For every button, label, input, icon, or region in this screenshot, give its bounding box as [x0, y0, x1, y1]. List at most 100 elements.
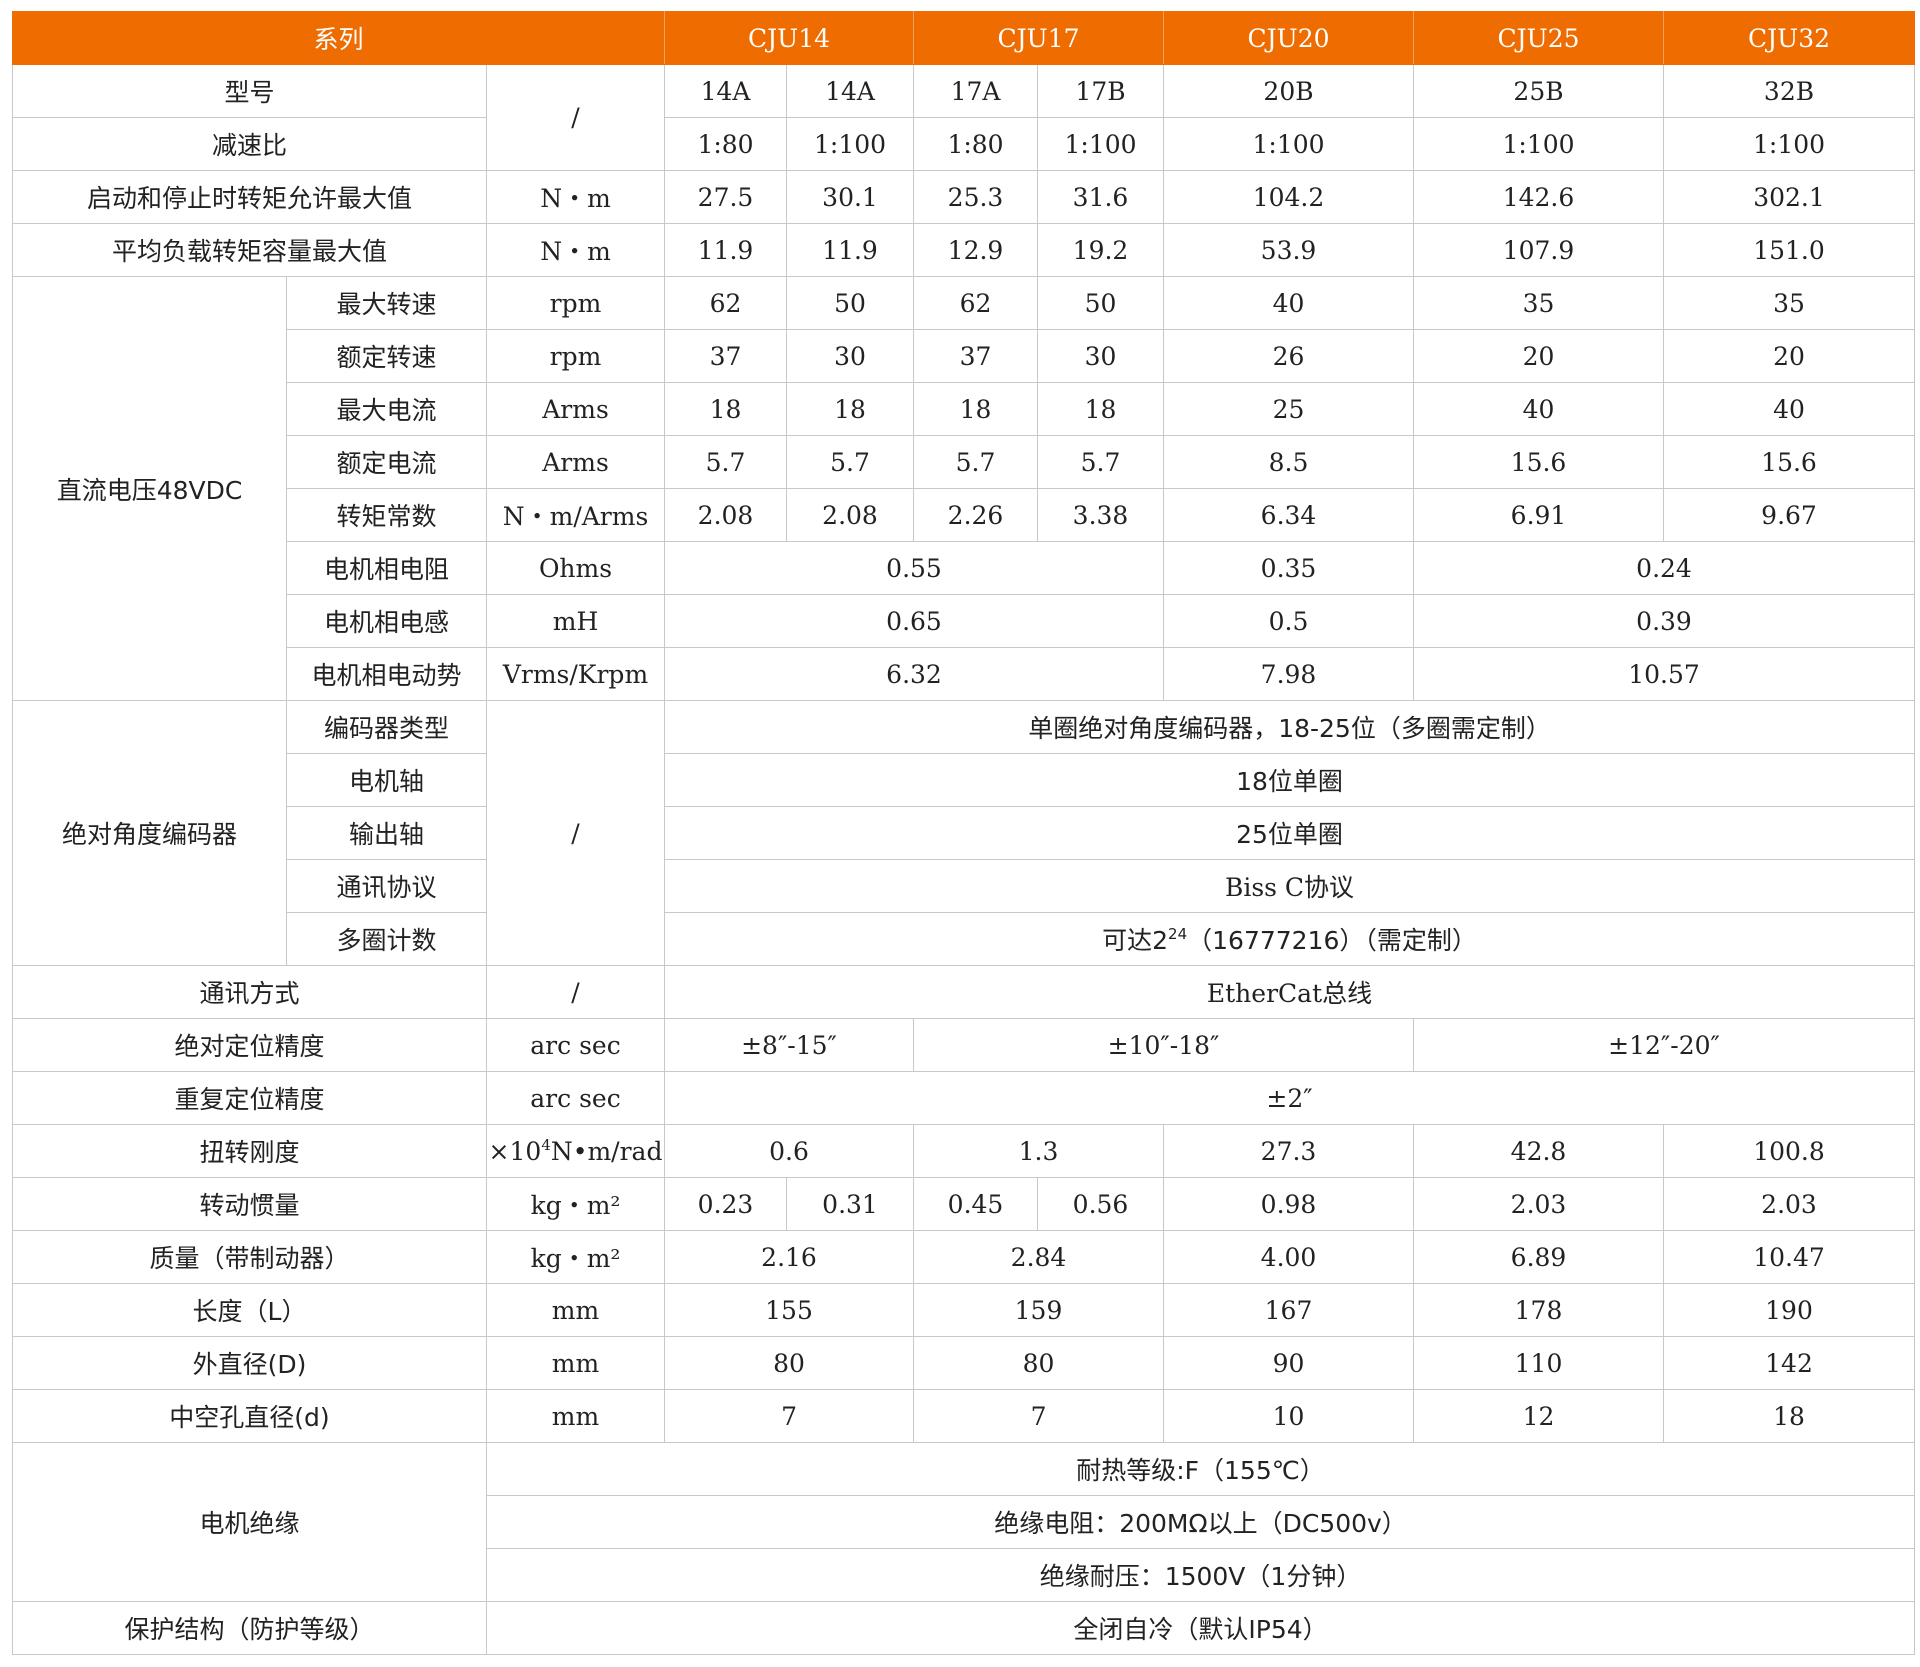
mass-label: 质量（带制动器） [12, 1230, 487, 1284]
table-cell: 178 [1413, 1283, 1665, 1337]
table-cell: 151.0 [1663, 223, 1916, 277]
unit-cell: rpm [485, 276, 666, 330]
table-cell: ±8″-15″ [664, 1018, 915, 1072]
table-cell: 3.38 [1037, 488, 1165, 542]
table-cell: 0.35 [1163, 541, 1415, 595]
unit-cell: Arms [485, 435, 666, 489]
series-header-label: 系列 [11, 11, 666, 65]
table-cell: 5.7 [1037, 435, 1165, 489]
table-cell: 4.00 [1163, 1230, 1415, 1284]
table-cell: 6.89 [1413, 1230, 1665, 1284]
repeat-accuracy-row: 重复定位精度 arc sec ±2″ [12, 1071, 1916, 1125]
table-cell: 53.9 [1163, 223, 1415, 277]
table-cell: 1:100 [786, 117, 915, 171]
avg-load-torque-row: 平均负载转矩容量最大值 N・m 11.9 11.9 12.9 19.2 53.9… [12, 223, 1916, 277]
table-cell: 142 [1663, 1336, 1916, 1390]
table-cell: 104.2 [1163, 170, 1415, 224]
table-cell: 20B [1163, 64, 1415, 118]
unit-cell: kg・m² [485, 1177, 666, 1231]
table-cell: 0.24 [1413, 541, 1916, 595]
phase-inductance-label: 电机相电感 [286, 594, 487, 648]
comm-value: EtherCat总线 [664, 965, 1916, 1019]
table-cell: 90 [1163, 1336, 1415, 1390]
table-cell: 27.5 [664, 170, 788, 224]
table-cell: 0.45 [913, 1177, 1039, 1231]
table-cell: 302.1 [1663, 170, 1916, 224]
table-cell: 2.03 [1413, 1177, 1665, 1231]
unit-cell: Arms [485, 382, 666, 436]
multiturn-exponent: 24 [1168, 925, 1188, 943]
table-cell: 25.3 [913, 170, 1039, 224]
table-cell: 0.23 [664, 1177, 788, 1231]
table-cell: 42.8 [1413, 1124, 1665, 1178]
table-cell: 50 [1037, 276, 1165, 330]
rated-speed-row: 额定转速 rpm 37 30 37 30 26 20 20 [13, 329, 1916, 383]
insulation-label: 电机绝缘 [12, 1442, 487, 1602]
torsional-stiffness-unit: ×104N•m/rad [485, 1124, 666, 1178]
encoder-type-label: 编码器类型 [286, 700, 487, 754]
encoder-group-label: 绝对角度编码器 [12, 700, 287, 966]
ratio-label: 减速比 [12, 117, 487, 171]
stiffness-unit-suffix: N•m/rad [550, 1136, 663, 1166]
table-cell: 0.98 [1163, 1177, 1415, 1231]
table-cell: 12 [1413, 1389, 1665, 1443]
unit-cell: mm [485, 1389, 666, 1443]
table-cell: 10.47 [1663, 1230, 1916, 1284]
table-cell: 0.39 [1413, 594, 1916, 648]
table-cell: 6.32 [664, 647, 1165, 701]
series-header-cju17: CJU17 [913, 11, 1165, 65]
hollow-diameter-row: 中空孔直径(d) mm 7 7 10 12 18 [12, 1389, 1916, 1443]
multiturn-label: 多圈计数 [286, 912, 487, 966]
outer-diameter-row: 外直径(D) mm 80 80 90 110 142 [12, 1336, 1916, 1390]
table-cell: 2.84 [913, 1230, 1165, 1284]
table-cell: 40 [1663, 382, 1916, 436]
table-cell: 7.98 [1163, 647, 1415, 701]
table-cell: 80 [913, 1336, 1165, 1390]
table-cell: 190 [1663, 1283, 1916, 1337]
table-cell: 100.8 [1663, 1124, 1916, 1178]
table-cell: 37 [913, 329, 1039, 383]
table-cell: 20 [1413, 329, 1665, 383]
table-cell: 0.65 [664, 594, 1165, 648]
table-cell: 50 [786, 276, 915, 330]
inertia-row: 转动惯量 kg・m² 0.23 0.31 0.45 0.56 0.98 2.03… [12, 1177, 1916, 1231]
table-cell: 25 [1163, 382, 1415, 436]
encoder-type-row: 绝对角度编码器 编码器类型 / 单圈绝对角度编码器，18-25位（多圈需定制） [12, 700, 1916, 966]
phase-emf-row: 电机相电动势 Vrms/Krpm 6.32 7.98 10.57 [13, 647, 1916, 701]
rated-current-row: 额定电流 Arms 5.7 5.7 5.7 5.7 8.5 15.6 15.6 [13, 435, 1916, 489]
table-cell: 18 [1037, 382, 1165, 436]
table-cell: 2.08 [664, 488, 788, 542]
unit-cell: arc sec [485, 1071, 666, 1125]
length-row: 长度（L） mm 155 159 167 178 190 [12, 1283, 1916, 1337]
table-cell: 1:80 [913, 117, 1039, 171]
multiturn-value: 可达224（16777216）（需定制） [664, 912, 1916, 966]
model-unit: / [485, 64, 666, 171]
unit-cell: rpm [485, 329, 666, 383]
protection-label: 保护结构（防护等级） [12, 1601, 487, 1655]
table-cell: 12.9 [913, 223, 1039, 277]
table-cell: 40 [1163, 276, 1415, 330]
outer-diameter-label: 外直径(D) [12, 1336, 487, 1390]
table-cell: 17B [1037, 64, 1165, 118]
table-cell: 10.57 [1413, 647, 1916, 701]
table-cell: ±10″-18″ [913, 1018, 1415, 1072]
start-stop-torque-row: 启动和停止时转矩允许最大值 N・m 27.5 30.1 25.3 31.6 10… [12, 170, 1916, 224]
table-cell: 159 [913, 1283, 1165, 1337]
table-cell: 107.9 [1413, 223, 1665, 277]
table-cell: 2.16 [664, 1230, 915, 1284]
header-row: 系列 CJU14 CJU17 CJU20 CJU25 CJU32 [11, 11, 1916, 65]
max-current-label: 最大电流 [286, 382, 487, 436]
table-cell: 35 [1413, 276, 1665, 330]
unit-cell: mm [485, 1336, 666, 1390]
table-cell: 5.7 [664, 435, 788, 489]
table-cell: 0.6 [664, 1124, 915, 1178]
table-cell: 18 [786, 382, 915, 436]
phase-inductance-row: 电机相电感 mH 0.65 0.5 0.39 [13, 594, 1916, 648]
protocol-row: 通讯协议 Biss C协议 [13, 859, 1916, 913]
table-cell: 37 [664, 329, 788, 383]
table-cell: 1:100 [1413, 117, 1665, 171]
model-label: 型号 [12, 64, 487, 118]
table-cell: 40 [1413, 382, 1665, 436]
table-cell: 31.6 [1037, 170, 1165, 224]
table-cell: 7 [664, 1389, 915, 1443]
